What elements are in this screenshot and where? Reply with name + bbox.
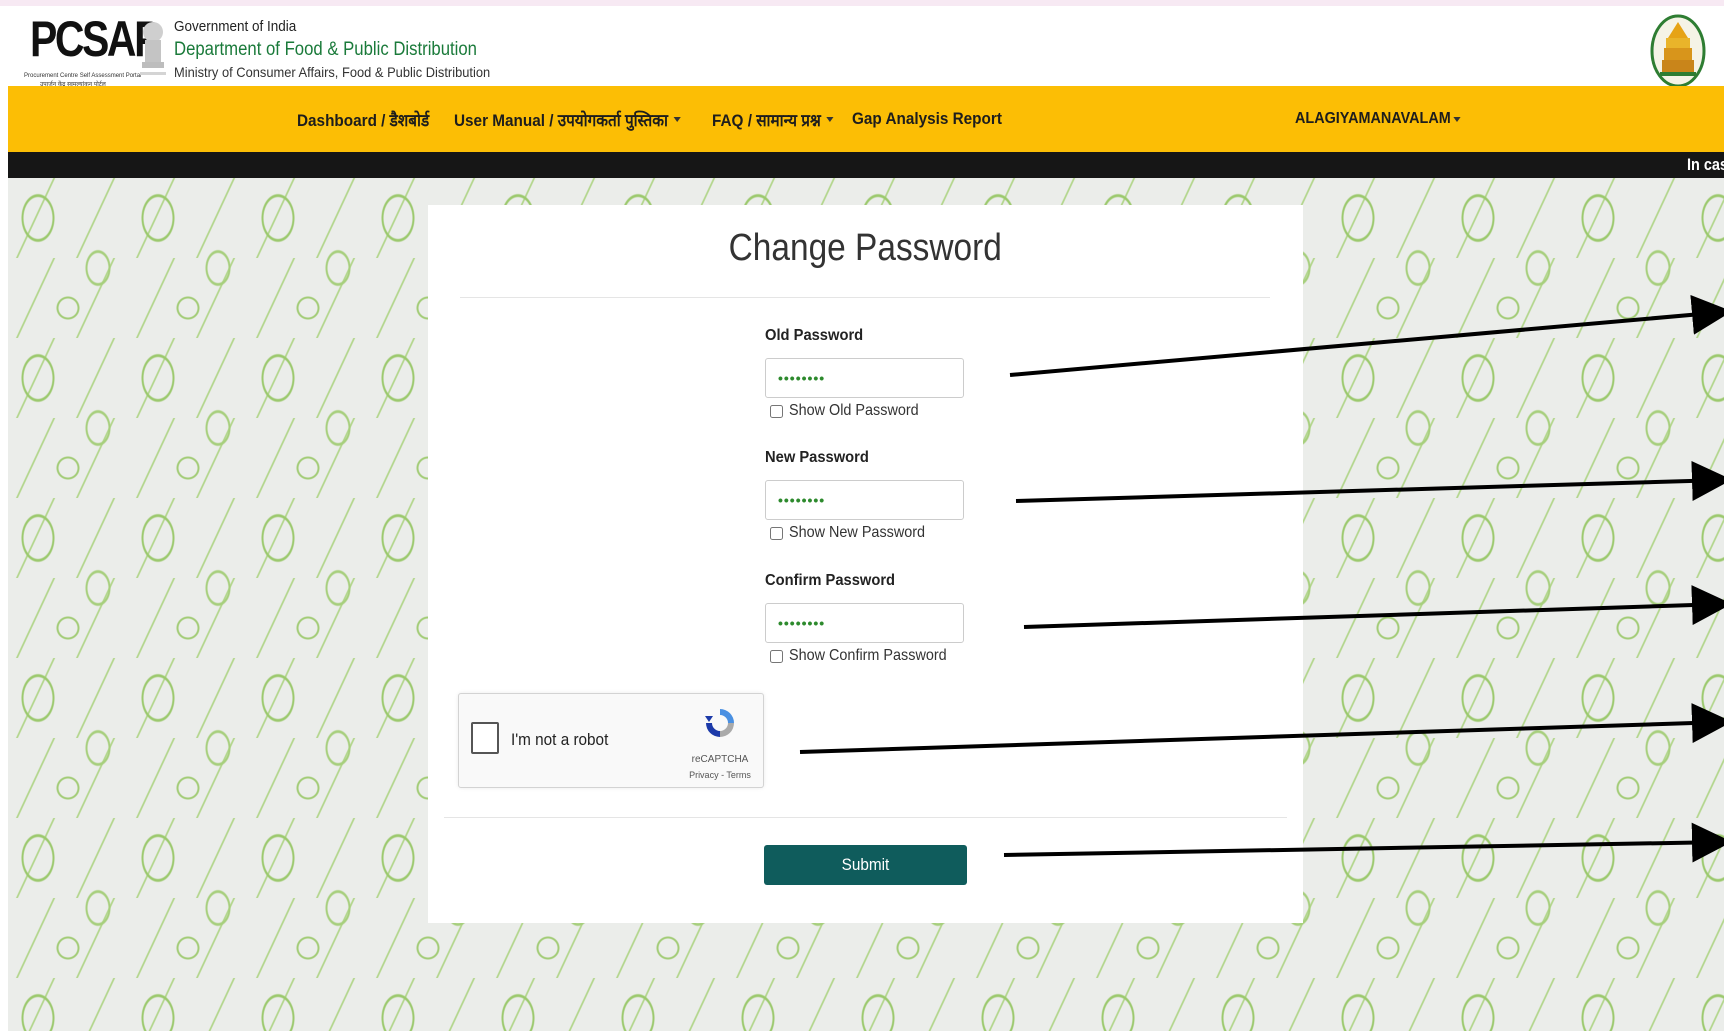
nav-user-manual[interactable]: User Manual / उपयोगकर्ता पुस्तिका	[454, 108, 690, 131]
show-confirm-password-label: Show Confirm Password	[789, 647, 947, 664]
nav-user-manual-label: User Manual / उपयोगकर्ता पुस्तिका	[453, 110, 668, 130]
divider	[460, 297, 1270, 298]
chevron-down-icon	[825, 116, 833, 122]
old-password-label: Old Password	[765, 327, 864, 344]
show-new-password-checkbox[interactable]	[770, 526, 783, 540]
new-password-input[interactable]	[765, 480, 964, 520]
pcsap-logo[interactable]: PCSAP Procurement Centre Self Assessment…	[22, 10, 161, 88]
show-new-password-label: Show New Password	[789, 524, 926, 541]
recaptcha-terms-link[interactable]: Terms	[726, 770, 751, 780]
ashoka-emblem-icon	[140, 22, 166, 75]
show-new-password-toggle[interactable]: Show New Password	[770, 524, 940, 542]
nav-gap-report-label: Gap Analysis Report	[852, 109, 1003, 128]
show-old-password-toggle[interactable]: Show Old Password	[770, 402, 933, 420]
tamil-nadu-emblem-icon	[1650, 14, 1706, 88]
nav-faq-label: FAQ / सामान्य प्रश्न	[711, 110, 821, 130]
show-old-password-checkbox[interactable]	[770, 404, 783, 418]
show-old-password-label: Show Old Password	[789, 402, 919, 419]
announcement-ticker: In cas	[8, 152, 1724, 178]
recaptcha-brand: reCAPTCHA	[691, 754, 749, 765]
new-password-label: New Password	[765, 449, 869, 466]
page-title-text: Change Password	[728, 227, 1003, 269]
old-password-input[interactable]	[765, 358, 964, 398]
recaptcha-logo-icon	[705, 709, 734, 737]
ministry-name-text: Ministry of Consumer Affairs, Food & Pub…	[174, 64, 491, 80]
recaptcha-privacy-link[interactable]: Privacy	[689, 770, 719, 780]
user-name: ALAGIYAMANAVALAM	[1295, 110, 1451, 127]
show-confirm-password-checkbox[interactable]	[770, 649, 783, 663]
recaptcha-checkbox[interactable]	[471, 722, 499, 754]
recaptcha-links: Privacy - Terms	[685, 770, 755, 780]
nav-dashboard-label: Dashboard / डैशबोर्ड	[297, 110, 430, 130]
nav-items: Dashboard / डैशबोर्ड User Manual / उपयोग…	[297, 86, 1015, 152]
submit-button[interactable]: Submit	[764, 845, 967, 885]
nav-faq[interactable]: FAQ / सामान्य प्रश्न	[712, 108, 842, 131]
department-name-text: Department of Food & Public Distribution	[174, 39, 477, 60]
user-menu[interactable]: ALAGIYAMANAVALAM	[1295, 86, 1461, 152]
change-password-card: Change Password Old Password Show Old Pa…	[428, 205, 1303, 923]
divider	[444, 817, 1287, 818]
ticker-text: In cas	[1687, 155, 1724, 174]
recaptcha-widget: I'm not a robot reCAPTCHA Privacy - Term…	[458, 693, 764, 788]
recaptcha-label: I'm not a robot	[511, 730, 609, 749]
pcsap-logo-subtitle: Procurement Centre Self Assessment Porta…	[24, 73, 142, 79]
page-title: Change Password	[428, 227, 1303, 270]
nav-gap-analysis-report[interactable]: Gap Analysis Report	[852, 109, 1002, 129]
main-navbar: Dashboard / डैशबोर्ड User Manual / उपयोग…	[8, 86, 1724, 152]
site-header: PCSAP Procurement Centre Self Assessment…	[0, 6, 1724, 88]
show-confirm-password-toggle[interactable]: Show Confirm Password	[770, 647, 964, 665]
government-of-india-text: Government of India	[174, 18, 297, 35]
chevron-down-icon	[1453, 116, 1461, 122]
department-block: Government of India Department of Food &…	[174, 16, 518, 82]
submit-button-label: Submit	[841, 855, 890, 874]
confirm-password-label: Confirm Password	[765, 572, 896, 589]
confirm-password-input[interactable]	[765, 603, 964, 643]
nav-dashboard[interactable]: Dashboard / डैशबोर्ड	[297, 108, 442, 131]
chevron-down-icon	[673, 116, 681, 122]
